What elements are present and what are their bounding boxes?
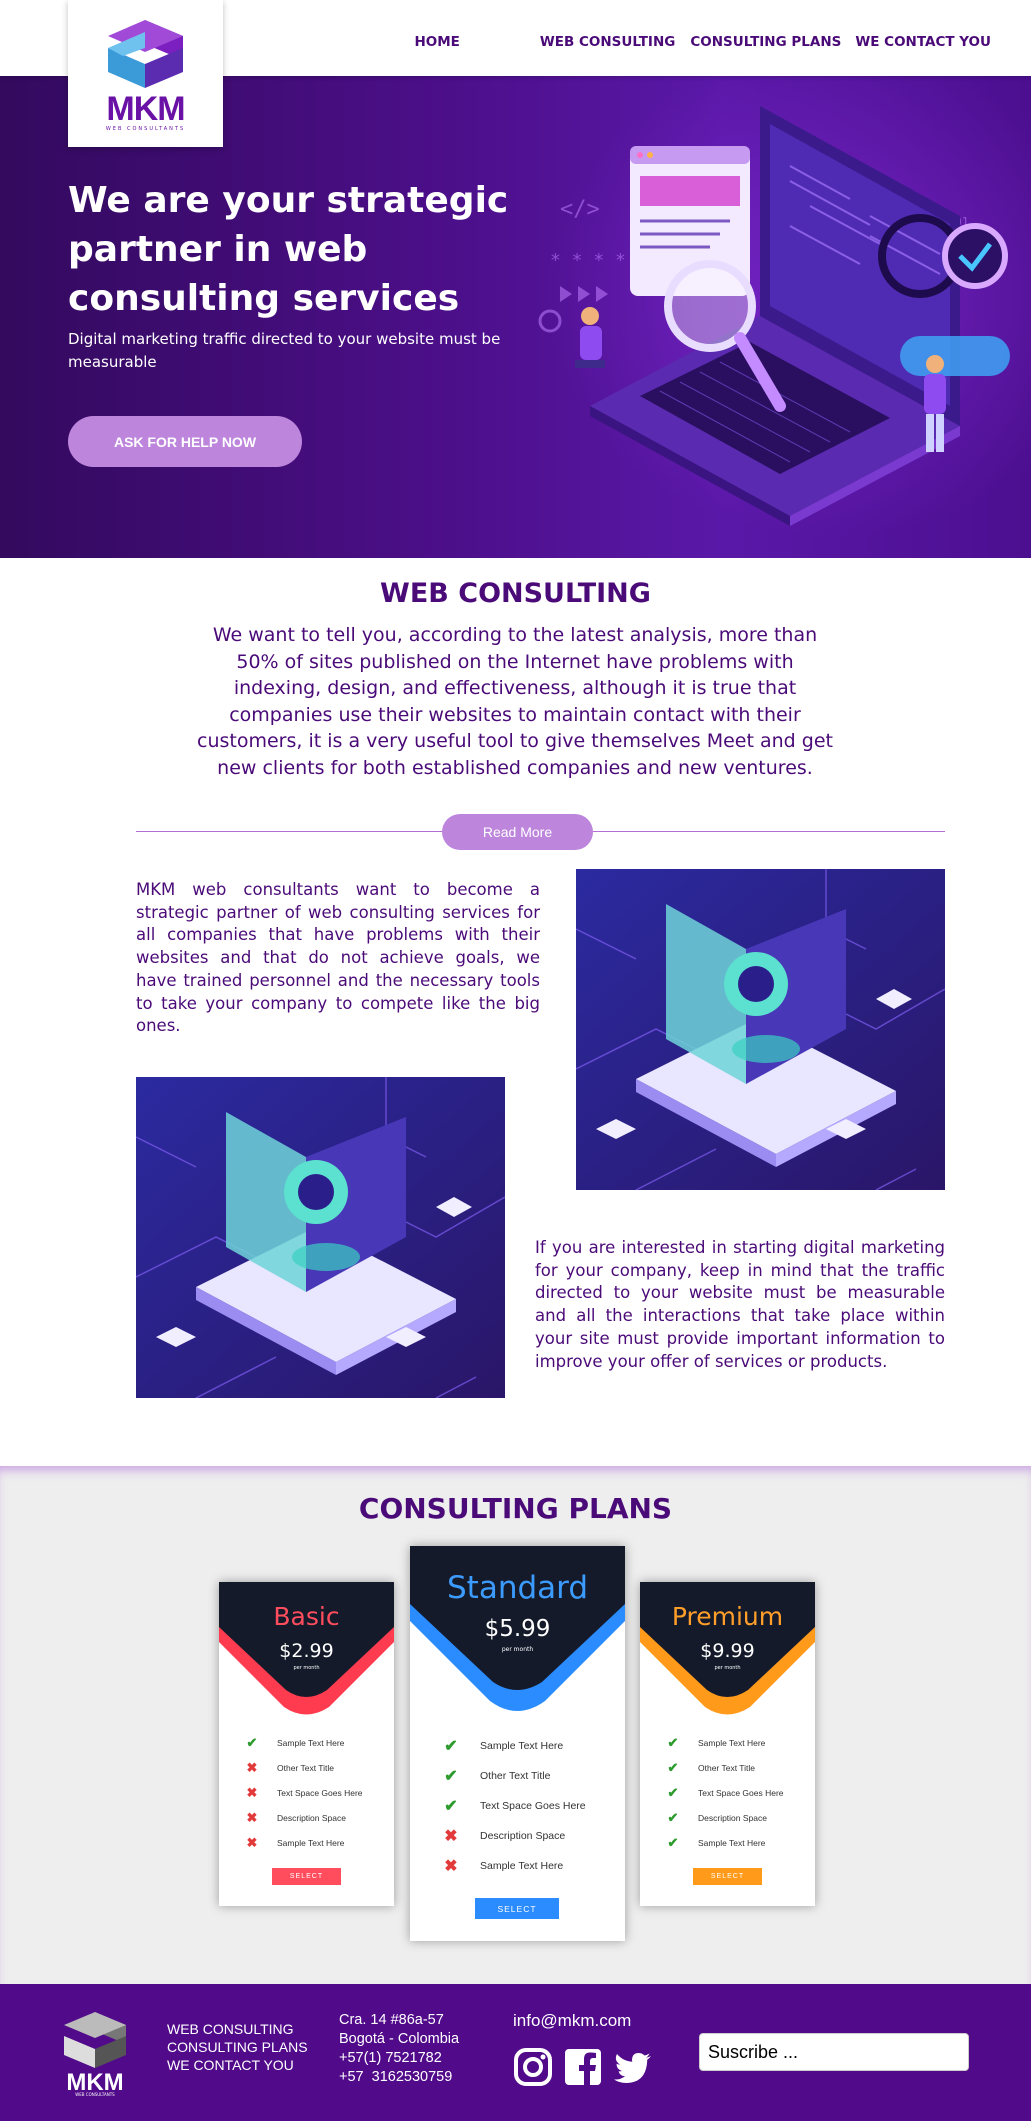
- check-icon: ✔: [444, 1798, 458, 1815]
- plan-feature: ✔ Other Text Title: [442, 1766, 550, 1786]
- plan-feature: ✔ Sample Text Here: [246, 1735, 345, 1750]
- footer-links: WEB CONSULTING CONSULTING PLANS WE CONTA…: [167, 2020, 308, 2074]
- hero-subtitle: Digital marketing traffic directed to yo…: [68, 330, 501, 371]
- select-basic-button[interactable]: SELECT: [272, 1868, 341, 1885]
- cross-icon: ✖: [246, 1760, 258, 1775]
- mkm-description: MKM web consultants want to become a str…: [136, 880, 540, 1036]
- logo-cube-icon: [108, 20, 183, 88]
- check-icon: ✔: [246, 1735, 258, 1750]
- plan-feature: ✖ Description Space: [442, 1826, 565, 1846]
- plan-feature: ✖ Sample Text Here: [246, 1835, 345, 1850]
- nav-consulting-plans[interactable]: CONSULTING PLANS: [690, 34, 841, 50]
- footer-address: Cra. 14 #86a-57 Bogotá - Colombia +57(1)…: [339, 2012, 460, 2085]
- web-consulting-title: WEB CONSULTING: [380, 578, 651, 609]
- plan-price: $2.99: [279, 1640, 334, 1662]
- select-premium-button[interactable]: SELECT: [693, 1868, 762, 1885]
- digital-marketing-text: If you are interested in starting digita…: [535, 1238, 945, 1371]
- footer-logo[interactable]: MKM WEB CONSULTANTS: [58, 2010, 132, 2098]
- plan-feature: ✖ Other Text Title: [246, 1760, 335, 1775]
- subscribe-input[interactable]: [699, 2033, 969, 2071]
- cross-icon: ✖: [444, 1858, 458, 1875]
- web-consulting-intro: We want to tell you, according to the la…: [197, 624, 833, 779]
- robot-laptop-image-2: [136, 1077, 505, 1398]
- nav-web-consulting[interactable]: WEB CONSULTING: [540, 34, 675, 50]
- twitter-icon[interactable]: [613, 2047, 653, 2087]
- plan-name: Standard: [446, 1570, 589, 1606]
- plan-period: per month: [501, 1646, 534, 1653]
- cross-icon: ✖: [246, 1835, 258, 1850]
- plan-feature: ✔ Text Space Goes Here: [442, 1796, 585, 1816]
- brand-logo[interactable]: MKM WEB CONSULTANTS: [68, 0, 223, 147]
- plan-feature: ✔ Text Space Goes Here: [667, 1785, 784, 1800]
- plan-card-standard: Standard $5.99 per month ✔ Sample Text He…: [410, 1546, 625, 1941]
- ask-for-help-button[interactable]: ASK FOR HELP NOW: [68, 416, 302, 467]
- svg-text:</>: </>: [560, 197, 600, 222]
- plan-feature: ✔ Other Text Title: [667, 1760, 756, 1775]
- consulting-plans-title: CONSULTING PLANS: [358, 1492, 673, 1525]
- check-icon: ✔: [444, 1738, 458, 1755]
- select-standard-button[interactable]: SELECT: [475, 1898, 559, 1919]
- facebook-icon[interactable]: [563, 2047, 603, 2087]
- robot-laptop-image: [576, 869, 945, 1190]
- hero-banner: We are your strategic partner in web con…: [0, 76, 1031, 558]
- logo-subtext: WEB CONSULTANTS: [105, 126, 186, 132]
- plan-name: Basic: [273, 1602, 340, 1631]
- check-icon: ✔: [667, 1835, 679, 1850]
- check-icon: ✔: [667, 1785, 679, 1800]
- footer-link-web-consulting[interactable]: WEB CONSULTING: [167, 2020, 308, 2038]
- plan-feature: ✖ Text Space Goes Here: [246, 1785, 363, 1800]
- check-icon: ✔: [667, 1810, 679, 1825]
- plan-name: Premium: [671, 1602, 784, 1631]
- footer-logo-subtext: WEB CONSULTANTS: [75, 2092, 115, 2097]
- svg-text:* * * *: * * * *: [550, 250, 626, 271]
- read-more-button[interactable]: Read More: [442, 814, 593, 850]
- plan-feature: ✖ Description Space: [246, 1810, 346, 1825]
- check-icon: ✔: [667, 1760, 679, 1775]
- cross-icon: ✖: [444, 1828, 458, 1845]
- footer-email[interactable]: info@mkm.com: [513, 2011, 631, 2031]
- nav-contact[interactable]: WE CONTACT YOU: [855, 34, 991, 50]
- logo-text: MKM: [106, 90, 185, 128]
- social-links: [513, 2047, 653, 2087]
- plan-feature: ✖ Sample Text Here: [442, 1856, 563, 1876]
- plan-period: per month: [714, 1665, 741, 1671]
- plan-feature: ✔ Description Space: [667, 1810, 767, 1825]
- plan-card-basic: Basic $2.99 per month ✔ Sample Text Here …: [219, 1582, 394, 1906]
- plan-price: $9.99: [700, 1640, 755, 1662]
- plan-feature: ✔ Sample Text Here: [442, 1736, 563, 1756]
- plan-period: per month: [293, 1665, 320, 1671]
- cross-icon: ✖: [246, 1810, 258, 1825]
- instagram-icon[interactable]: [513, 2047, 553, 2087]
- footer-link-contact[interactable]: WE CONTACT YOU: [167, 2056, 308, 2074]
- hero-title: We are your strategic partner in web con…: [68, 180, 509, 319]
- plan-card-premium: Premium $9.99 per month ✔ Sample Text Her…: [640, 1582, 815, 1906]
- check-icon: ✔: [444, 1768, 458, 1785]
- plan-feature: ✔ Sample Text Here: [667, 1735, 766, 1750]
- plan-price: $5.99: [484, 1616, 551, 1642]
- cross-icon: ✖: [246, 1785, 258, 1800]
- main-menu: HOME WEB CONSULTING CONSULTING PLANS WE …: [414, 34, 991, 50]
- laptop-illustration: </> * * * * 1001 0110: [538, 106, 1010, 526]
- nav-home[interactable]: HOME: [414, 34, 459, 50]
- footer-link-consulting-plans[interactable]: CONSULTING PLANS: [167, 2038, 308, 2056]
- plan-feature: ✔ Sample Text Here: [667, 1835, 766, 1850]
- check-icon: ✔: [667, 1735, 679, 1750]
